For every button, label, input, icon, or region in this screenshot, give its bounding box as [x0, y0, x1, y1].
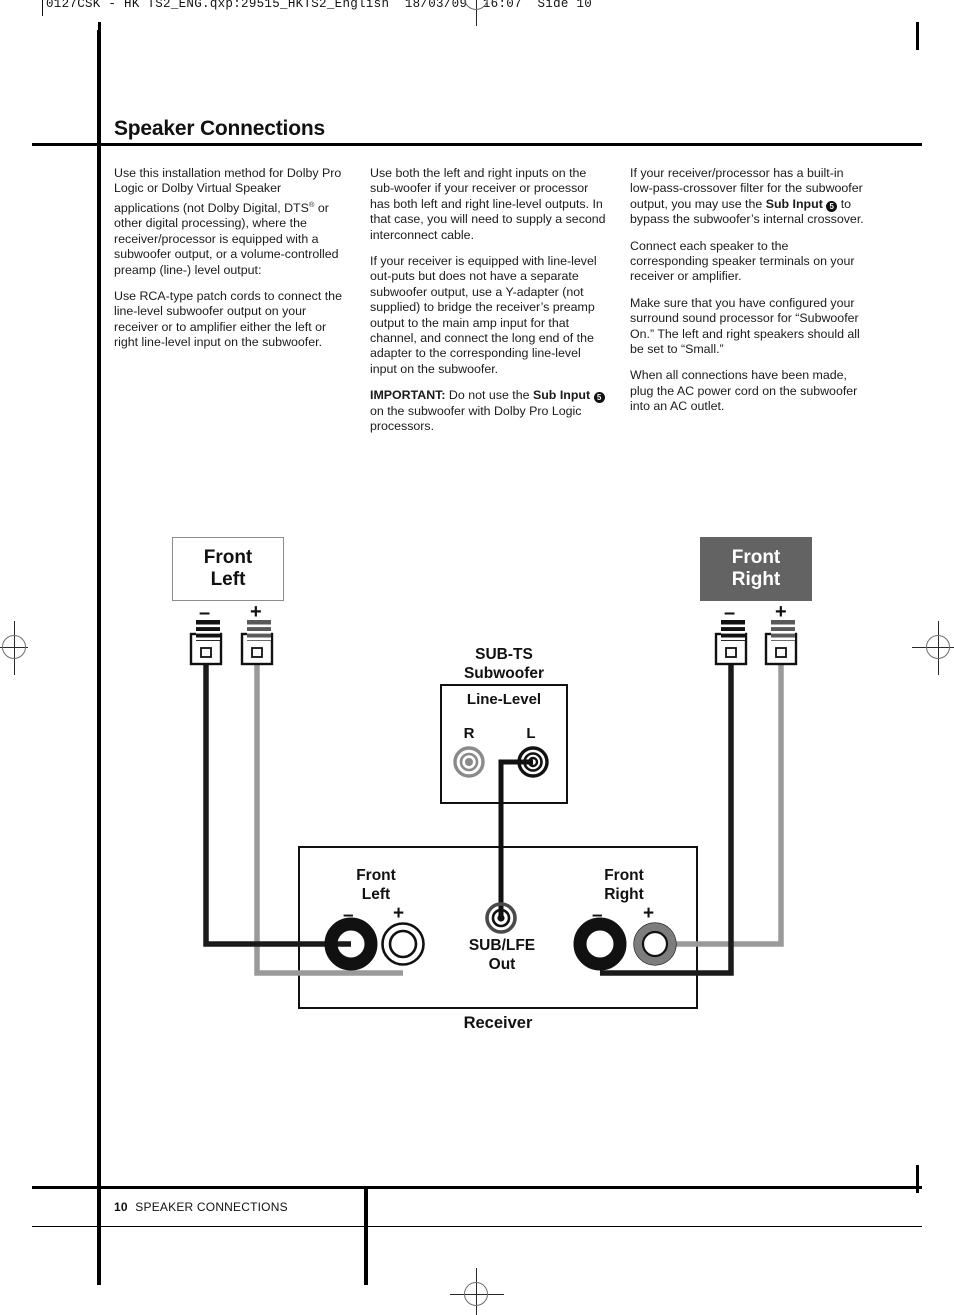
- paragraph: Make sure that you have configured your …: [630, 295, 860, 357]
- registration-mark-bottom: [450, 1268, 504, 1315]
- jack-label-l: L: [526, 725, 536, 742]
- binding-post-right-minus: [714, 620, 748, 666]
- receiver-fr-line1: Front: [604, 867, 644, 884]
- receiver-fl-plus-sign: +: [393, 903, 405, 924]
- paragraph: If your receiver is equipped with line-l…: [370, 254, 597, 376]
- paragraph: IMPORTANT: Do not use the Sub Input 5 on…: [370, 388, 607, 434]
- binding-post-right-plus: [764, 620, 798, 666]
- sub-lfe-out-label: SUB/LFE Out: [452, 936, 552, 974]
- footer-rule-bottom: [32, 1226, 922, 1228]
- registration-mark-left: [0, 621, 42, 675]
- receiver-fr-line2: Right: [604, 886, 644, 903]
- sub-lfe-line2: Out: [488, 956, 516, 973]
- subwoofer-title-line2: Subwoofer: [463, 665, 545, 682]
- page-title: Speaker Connections: [114, 117, 325, 140]
- footer-text: 10 SPEAKER CONNECTIONS: [114, 1200, 288, 1214]
- crop-mark-top-right: [916, 22, 919, 50]
- speaker-left-line1: Front: [203, 547, 253, 568]
- circled-number-icon: 5: [826, 200, 838, 212]
- sub-lfe-line1: SUB/LFE: [468, 937, 536, 954]
- title-divider: [32, 143, 922, 146]
- jack-label-r: R: [463, 725, 475, 742]
- print-slug-text: 0127CSK - HK TS2_ENG.qxp:29515_HKTS2_Eng…: [46, 0, 593, 11]
- speaker-left-plus-sign: +: [250, 601, 262, 623]
- receiver-fr-plus-sign: +: [643, 903, 655, 924]
- paragraph: Use RCA-type patch cords to connect the …: [114, 288, 342, 350]
- text-column-1: Use this installation method for Dolby P…: [114, 166, 347, 362]
- receiver-fl-line2: Left: [361, 886, 391, 903]
- bold-run: IMPORTANT:: [370, 388, 446, 403]
- footer-section: SPEAKER CONNECTIONS: [135, 1200, 288, 1214]
- paragraph: Use this installation method for Dolby P…: [114, 166, 342, 277]
- paragraph: Connect each speaker to the correspondin…: [630, 238, 855, 284]
- footer-bar: [364, 1189, 368, 1285]
- binding-post-left-plus: [240, 620, 274, 666]
- text-column-2: Use both the left and right inputs on th…: [370, 166, 607, 446]
- receiver-front-left-label: Front Left: [330, 866, 422, 904]
- receiver-front-right-label: Front Right: [578, 866, 670, 904]
- registered-mark: ®: [308, 199, 315, 209]
- registration-mark-top: [450, 0, 504, 26]
- speaker-box-front-right: Front Right: [700, 537, 812, 601]
- registration-mark-right: [912, 621, 954, 675]
- slug-rule: [42, 0, 43, 16]
- text-column-3: If your receiver/processor has a built-i…: [630, 166, 867, 426]
- bold-run: Sub Input: [532, 388, 591, 403]
- speaker-left-minus-sign: –: [199, 602, 211, 624]
- line-level-label: Line-Level: [466, 691, 542, 708]
- subwoofer-title: SUB-TS Subwoofer: [434, 645, 574, 683]
- circled-number-icon: 5: [593, 392, 605, 404]
- speaker-left-line2: Left: [210, 569, 246, 590]
- receiver-caption: Receiver: [463, 1014, 533, 1032]
- speaker-right-plus-sign: +: [775, 601, 787, 623]
- speaker-right-minus-sign: –: [724, 602, 736, 624]
- receiver-fl-minus-sign: –: [343, 905, 354, 926]
- paragraph: When all connections have been made, plu…: [630, 368, 858, 414]
- binding-post-left-minus: [189, 620, 223, 666]
- speaker-right-line2: Right: [731, 569, 781, 590]
- speaker-box-front-left: Front Left: [172, 537, 284, 601]
- footer-rule-top: [32, 1186, 922, 1189]
- receiver-fl-line1: Front: [356, 867, 396, 884]
- receiver-fr-minus-sign: –: [592, 905, 603, 926]
- binding-bar-left: [97, 30, 101, 1285]
- subwoofer-title-line1: SUB-TS: [475, 646, 533, 663]
- footer-page-number: 10: [114, 1200, 128, 1214]
- document-page: 0127CSK - HK TS2_ENG.qxp:29515_HKTS2_Eng…: [0, 0, 954, 1315]
- paragraph: Use both the left and right inputs on th…: [370, 166, 606, 242]
- bold-run: Sub Input: [765, 196, 823, 211]
- speaker-right-line1: Front: [731, 547, 781, 568]
- paragraph: If your receiver/processor has a built-i…: [630, 166, 864, 227]
